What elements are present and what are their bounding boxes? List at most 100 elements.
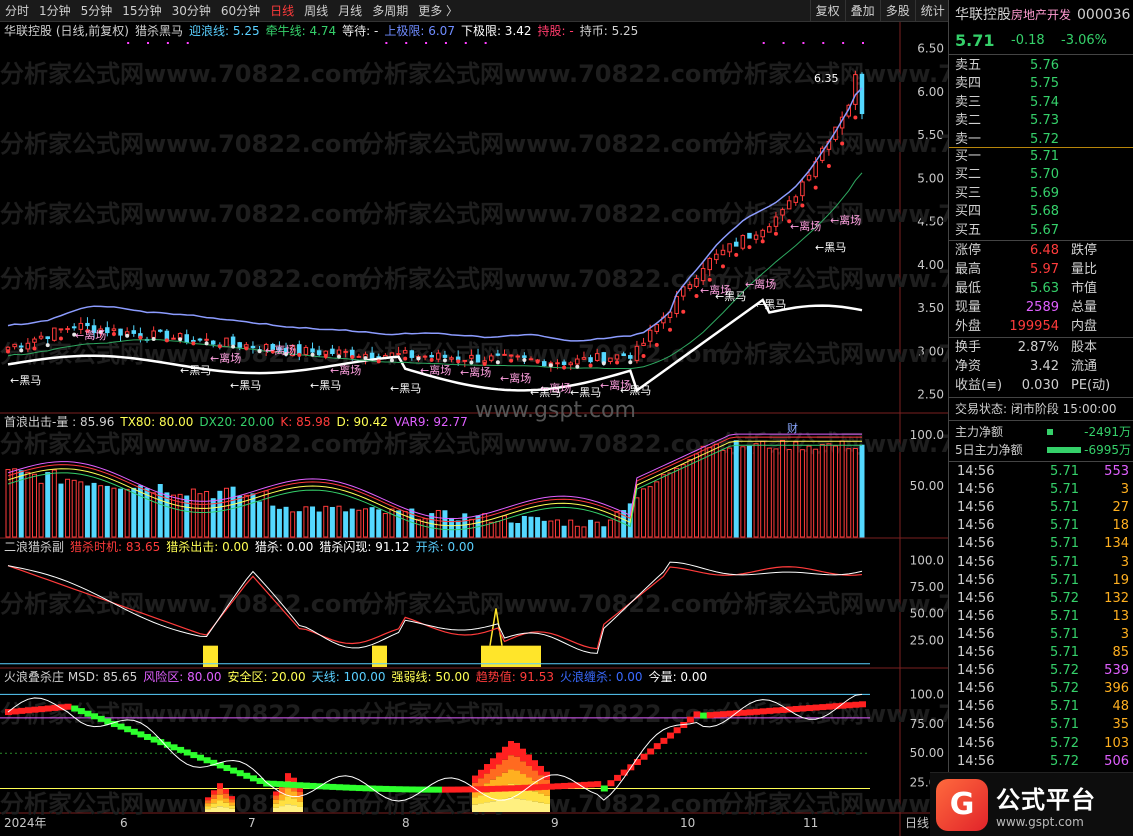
- watermark-4-2: 分析家公式网www.70822.com: [720, 340, 948, 368]
- volume-bar: [356, 509, 362, 538]
- wave-dot: [588, 363, 593, 368]
- toolbar-button-3[interactable]: 统计: [914, 0, 950, 22]
- wave-dot: [191, 341, 196, 346]
- period-tab-10[interactable]: 更多 〉: [413, 0, 463, 22]
- stat-label-2: 市值: [1071, 281, 1098, 296]
- tick-time: 14:56: [957, 518, 995, 534]
- watermark-0-0: 分析家公式网www.70822.com: [0, 60, 366, 88]
- volume-bar: [210, 498, 216, 538]
- period-tab-6[interactable]: 日线: [265, 0, 299, 22]
- period-tab-8[interactable]: 月线: [333, 0, 367, 22]
- wave-dot: [231, 344, 236, 349]
- leave-marker-3: ←离场: [330, 363, 361, 377]
- trend-block: [388, 786, 396, 793]
- trend-block: [203, 757, 211, 764]
- period-tab-7[interactable]: 周线: [299, 0, 333, 22]
- volume-bar: [84, 485, 90, 538]
- volume-bar: [780, 439, 786, 538]
- period-tab-0[interactable]: 分时: [0, 0, 34, 22]
- period-tab-2[interactable]: 5分钟: [76, 0, 118, 22]
- stat-label-2: 量比: [1071, 262, 1098, 277]
- ask-row-1: 卖四 5.75: [949, 75, 1133, 93]
- tick-price: 5.72: [1050, 735, 1079, 751]
- volume-bar: [98, 485, 104, 538]
- tick-time: 14:56: [957, 626, 995, 642]
- ask-label: 卖二: [955, 113, 982, 129]
- tick-price: 5.71: [1050, 699, 1079, 715]
- tick-row: 14:56 5.71 553: [949, 463, 1133, 481]
- legSub3-item-3: 天线: 100.00: [311, 670, 386, 684]
- period-tab-9[interactable]: 多周期: [367, 0, 413, 22]
- toolbar-button-2[interactable]: 多股: [879, 0, 915, 22]
- watermark-5-0: 分析家公式网www.70822.com: [0, 430, 366, 458]
- candle: [65, 325, 70, 333]
- signal-dot: [127, 42, 130, 44]
- volume-bar: [766, 447, 772, 538]
- trend-block: [382, 785, 390, 792]
- legSub1-item-5: VAR9: 92.77: [393, 415, 468, 429]
- volume-bar: [806, 445, 812, 538]
- toolbar-button-1[interactable]: 叠加: [844, 0, 880, 22]
- volume-bar: [733, 440, 739, 538]
- trend-block: [177, 746, 185, 753]
- ask-price: 5.76: [1030, 58, 1059, 73]
- fire-block-0: [205, 783, 235, 812]
- toolbar-button-0[interactable]: 复权: [809, 0, 845, 22]
- trend-block: [144, 733, 152, 740]
- fire-block-1: [273, 773, 303, 812]
- trend-block: [481, 786, 489, 793]
- tick-volume: 3: [1120, 482, 1129, 498]
- separator-5: [949, 397, 1133, 398]
- period-tab-5[interactable]: 60分钟: [216, 0, 265, 22]
- trend-block: [859, 701, 866, 708]
- price-axis-label-3: 5.00: [917, 171, 944, 185]
- tick-price: 5.72: [1050, 753, 1079, 769]
- volume-bar: [111, 487, 117, 538]
- stat-label-2: 内盘: [1071, 319, 1098, 334]
- leave-marker-4: ←离场: [420, 363, 451, 377]
- tick-volume: 19: [1112, 572, 1129, 588]
- flow5-label: 5日主力净额: [955, 443, 1023, 457]
- volume-bar: [515, 523, 521, 538]
- bid-label: 买四: [955, 204, 982, 220]
- trend-block: [150, 736, 158, 743]
- volume-bar: [104, 485, 110, 538]
- stat2-label: 收益(≡): [955, 378, 1003, 393]
- main-flow-value: -2491万: [1084, 425, 1131, 439]
- candle: [760, 228, 765, 241]
- trend-block: [283, 781, 291, 788]
- bid-label: 买一: [955, 149, 982, 164]
- tick-row: 14:56 5.71 19: [949, 572, 1133, 590]
- volume-bar: [846, 448, 852, 538]
- wave-dot: [376, 359, 381, 364]
- trend-block: [223, 765, 231, 772]
- legSub2-item-1: 猎杀时机: 83.65: [70, 540, 161, 554]
- tick-volume: 27: [1112, 500, 1129, 516]
- flow5-row: 5日主力净额 -6995万: [949, 441, 1133, 459]
- black-horse-marker-9: ←黑马: [755, 298, 786, 311]
- wave-dot: [363, 356, 368, 361]
- trend-block: [375, 785, 383, 792]
- stat-label: 最低: [955, 281, 982, 296]
- legMain-item-7: 持股: -: [537, 24, 574, 38]
- period-tab-1[interactable]: 1分钟: [34, 0, 76, 22]
- volume-bar: [362, 508, 368, 538]
- tick-price: 5.72: [1050, 663, 1079, 679]
- black-horse-marker-0: ←黑马: [10, 374, 41, 387]
- sub3-legend: 火浪叠杀庄 MSD: 85.65 风险区: 80.00 安全区: 20.00 天线: …: [4, 669, 707, 685]
- ask-price: 5.75: [1030, 76, 1059, 92]
- volume-bar: [568, 519, 574, 538]
- x-axis-label-6: 11: [803, 816, 818, 830]
- wave-dot: [442, 358, 447, 363]
- tick-row: 14:56 5.71 35: [949, 716, 1133, 734]
- period-tab-3[interactable]: 15分钟: [117, 0, 166, 22]
- period-tab-4[interactable]: 30分钟: [167, 0, 216, 22]
- sub2-axis-label-0: 100.0: [910, 553, 944, 567]
- trend-block: [196, 754, 204, 761]
- tick-price: 5.71: [1050, 626, 1079, 642]
- volume-bar: [415, 518, 421, 538]
- volume-bar: [25, 471, 31, 538]
- chart-area[interactable]: 6.50 6.00 5.50 5.00 4.50 4.00 3.50 3.00 2.50 分析家公…: [0, 22, 948, 836]
- x-axis-label-3: 8: [402, 816, 410, 830]
- wave-dot: [601, 361, 606, 366]
